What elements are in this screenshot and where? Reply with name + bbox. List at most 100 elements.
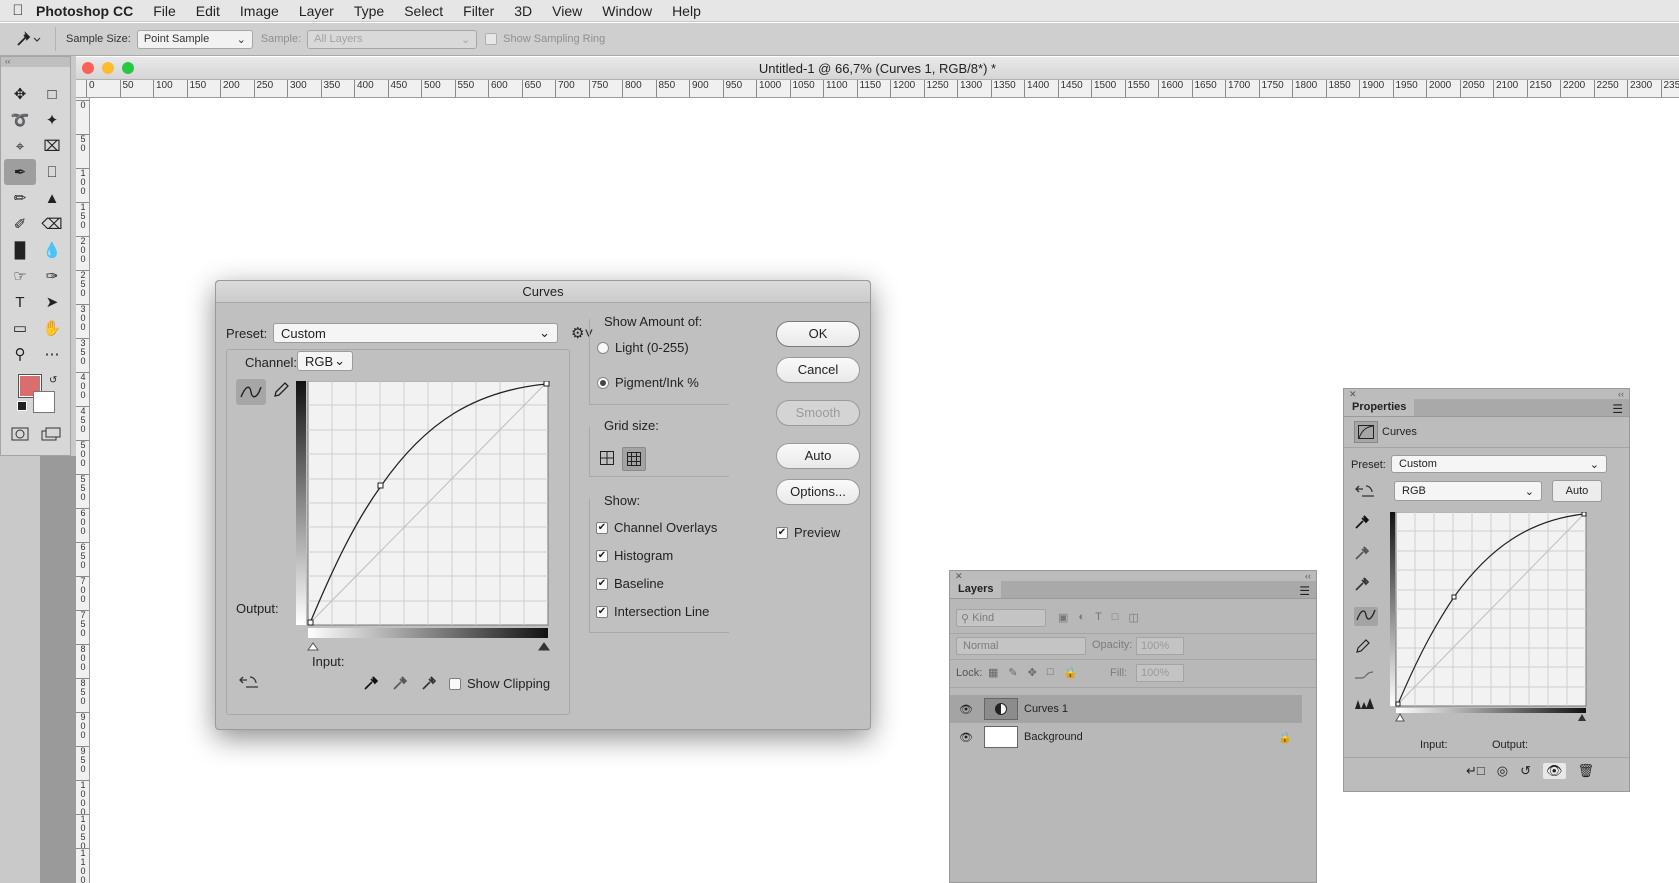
panel-menu-icon[interactable]: ☰ <box>1299 584 1310 598</box>
close-icon[interactable]: ✕ <box>1349 389 1357 399</box>
curve-point[interactable] <box>1451 594 1457 600</box>
menu-file[interactable]: File <box>153 3 176 19</box>
smooth-curve-icon[interactable] <box>1354 669 1378 684</box>
visibility-eye-icon[interactable]: 👁 <box>956 731 976 744</box>
histogram-option[interactable]: ✔ Histogram <box>596 548 673 563</box>
panel-menu-icon[interactable]: ☰ <box>1612 402 1623 416</box>
show-clipping-option[interactable]: Show Clipping <box>449 676 550 691</box>
preset-select[interactable]: Custom ⌄ <box>273 323 558 343</box>
zoom-tool[interactable]: ⚲ <box>4 341 36 367</box>
black-eyedropper-icon[interactable] <box>363 675 379 694</box>
menu-help[interactable]: Help <box>672 3 701 19</box>
shape-filter-icon[interactable]: □ <box>1112 611 1119 624</box>
swap-colors-icon[interactable]: ↺ <box>49 375 57 386</box>
cancel-button[interactable]: Cancel <box>776 357 860 383</box>
pen-tool[interactable]: ✑ <box>36 263 68 289</box>
visibility-eye-icon[interactable]: 👁 <box>956 703 976 716</box>
smudge-tool[interactable]: ☞ <box>4 263 36 289</box>
history-brush-tool[interactable]: ✐ <box>4 211 36 237</box>
app-menu[interactable]: Photoshop CC <box>36 3 133 19</box>
filter-kind-select[interactable]: ⚲ Kind <box>956 609 1046 627</box>
intersection-line-option[interactable]: ✔ Intersection Line <box>596 604 709 619</box>
white-point-slider[interactable] <box>1578 714 1586 721</box>
options-button[interactable]: Options... <box>776 479 860 505</box>
tab-properties[interactable]: Properties <box>1344 399 1415 416</box>
lock-position-icon[interactable]: ✥ <box>1028 666 1037 679</box>
opacity-field[interactable]: 100% <box>1136 637 1184 655</box>
menu-edit[interactable]: Edit <box>196 3 220 19</box>
on-image-adjust-icon[interactable] <box>1354 483 1376 502</box>
screen-mode-icon[interactable] <box>41 427 61 444</box>
eyedropper-tool[interactable]: ✒ <box>4 159 36 185</box>
vertical-ruler[interactable]: 0 50 100 150 200 250 300 350 400 450 500 550 600 650 7… <box>76 98 90 883</box>
menu-window[interactable]: Window <box>602 3 652 19</box>
smooth-button[interactable]: Smooth <box>776 400 860 426</box>
menu-3d[interactable]: 3D <box>514 3 532 19</box>
auto-button[interactable]: Auto <box>776 443 860 469</box>
lock-artboard-icon[interactable]: □ <box>1047 666 1054 679</box>
menu-filter[interactable]: Filter <box>463 3 494 19</box>
baseline-checkbox[interactable]: ✔ <box>596 577 608 590</box>
collapse-icon[interactable]: ‹‹ <box>1618 389 1624 399</box>
gradient-tool[interactable]: █ <box>4 237 36 263</box>
curve-graph[interactable] <box>296 381 578 661</box>
pigment-radio[interactable] <box>597 376 609 389</box>
black-point-slider[interactable] <box>1395 712 1405 722</box>
type-filter-icon[interactable]: T <box>1095 611 1102 624</box>
type-tool[interactable]: T <box>4 289 36 315</box>
eraser-tool[interactable]: ⌫ <box>36 211 68 237</box>
crop-tool[interactable]: ⌖ <box>4 133 36 159</box>
show-clipping-checkbox[interactable] <box>449 677 461 690</box>
white-point-slider[interactable] <box>538 642 550 651</box>
tab-layers[interactable]: Layers <box>950 581 1002 598</box>
channel-select[interactable]: RGB ⌄ <box>297 351 353 371</box>
channel-overlays-option[interactable]: ✔ Channel Overlays <box>596 520 717 535</box>
properties-curve-graph[interactable] <box>1390 512 1590 722</box>
move-tool[interactable]: ✥ <box>4 81 36 107</box>
curve-point[interactable] <box>377 482 384 489</box>
smart-object-filter-icon[interactable]: ◫ <box>1128 611 1138 624</box>
more-tools[interactable]: ⋯ <box>36 341 68 367</box>
healing-tool[interactable]: ⎕ <box>36 159 68 185</box>
pencil-icon[interactable] <box>1354 638 1378 657</box>
lasso-tool[interactable]: ➰ <box>4 107 36 133</box>
lock-all-icon[interactable]: 🔒 <box>1064 666 1078 679</box>
sampling-ring-checkbox[interactable] <box>485 33 498 45</box>
simple-grid-button[interactable] <box>596 447 618 469</box>
apple-menu-icon[interactable]:  <box>0 2 36 19</box>
minimize-window-button[interactable] <box>102 62 114 74</box>
sample-size-select[interactable]: Point Sample ⌄ <box>136 29 253 49</box>
curve-point-tool[interactable] <box>1354 607 1378 626</box>
trash-icon[interactable]: 🗑 <box>1578 763 1595 779</box>
view-previous-state-icon[interactable]: ◎ <box>1497 763 1508 779</box>
stamp-tool[interactable]: ▲ <box>36 185 68 211</box>
gray-eyedropper-icon[interactable] <box>1354 545 1378 564</box>
light-radio[interactable] <box>597 341 609 354</box>
light-option[interactable]: Light (0-255) <box>597 340 689 355</box>
preview-checkbox[interactable]: ✔ <box>776 526 788 539</box>
lock-transparency-icon[interactable]: ▦ <box>988 666 998 679</box>
curve-point[interactable] <box>1581 512 1587 517</box>
curve-point-tool[interactable] <box>236 379 266 405</box>
curve-point[interactable] <box>307 619 314 626</box>
blur-tool[interactable]: 💧 <box>36 237 68 263</box>
menu-select[interactable]: Select <box>404 3 443 19</box>
path-select-tool[interactable]: ➤ <box>36 289 68 315</box>
horizontal-ruler[interactable]: 0 50 100 150 200 250 300 350 400 450 500 550 600 650 7… <box>76 80 1679 98</box>
black-eyedropper-icon[interactable] <box>1354 514 1378 533</box>
white-eyedropper-icon[interactable] <box>1354 576 1378 595</box>
adjustment-filter-icon[interactable]: ◐ <box>1078 611 1085 624</box>
clip-to-layer-icon[interactable]: ↵□ <box>1466 763 1485 779</box>
properties-auto-button[interactable]: Auto <box>1552 480 1602 502</box>
tool-preset-picker[interactable] <box>0 27 56 51</box>
marquee-tool[interactable]: □ <box>36 81 68 107</box>
default-colors-icon[interactable] <box>17 401 27 411</box>
menu-view[interactable]: View <box>552 3 582 19</box>
on-image-adjust-icon[interactable] <box>238 674 260 693</box>
black-point-slider[interactable] <box>307 642 319 651</box>
layer-row[interactable]: 👁 Background 🔒 <box>950 723 1302 751</box>
toggle-visibility-icon[interactable]: 👁 <box>1543 763 1566 779</box>
quick-mask-icon[interactable] <box>11 427 29 444</box>
pencil-icon[interactable] <box>272 381 290 402</box>
histogram-checkbox[interactable]: ✔ <box>596 549 608 562</box>
